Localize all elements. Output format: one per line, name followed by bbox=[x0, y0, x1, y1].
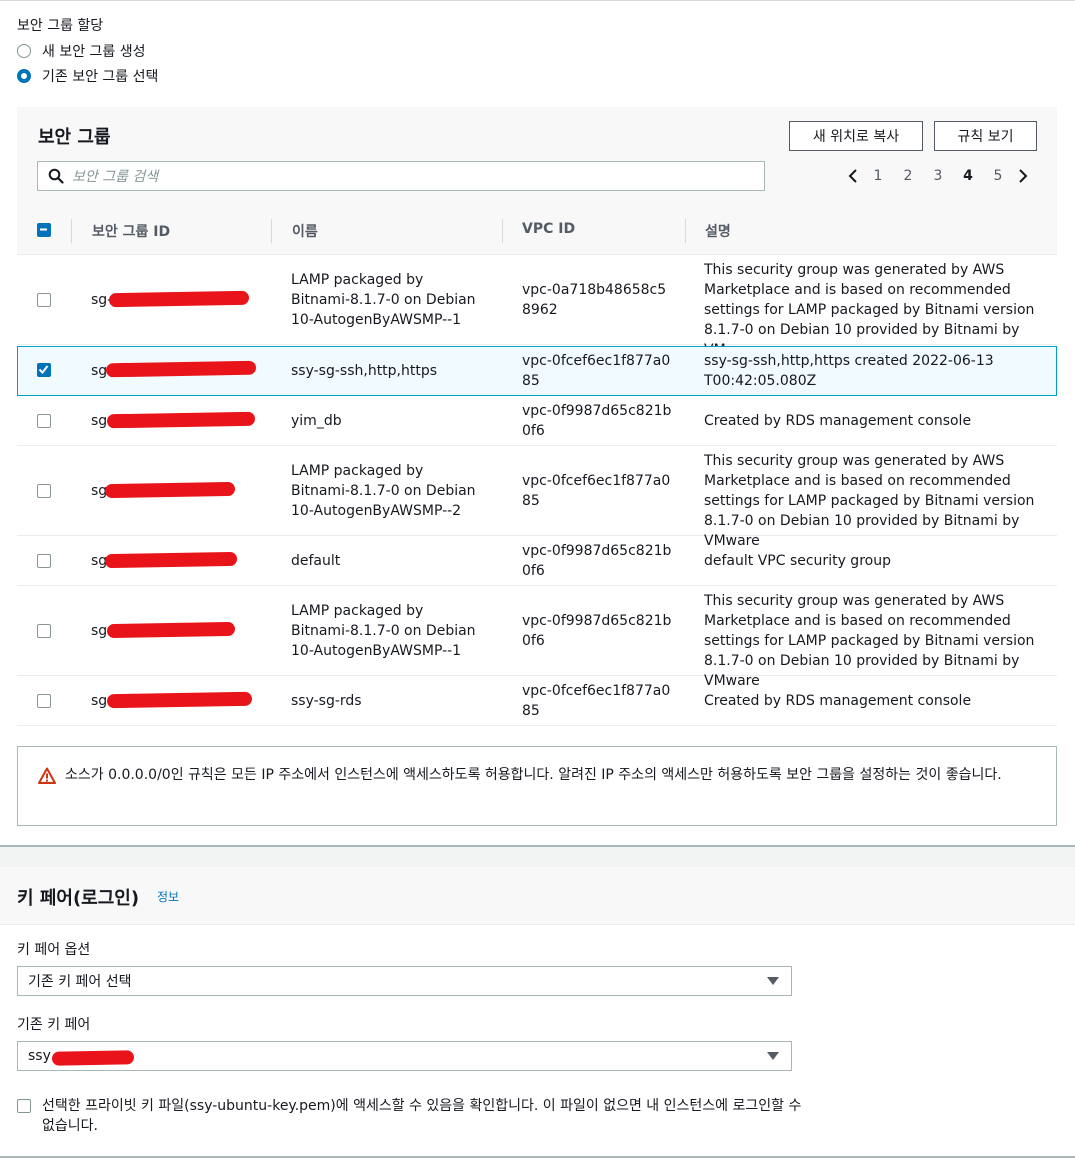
table-row[interactable]: sg yim_db vpc-0f9987d65c821b0f6 Created … bbox=[17, 396, 1057, 446]
column-divider bbox=[71, 219, 72, 243]
row-checkbox[interactable] bbox=[37, 414, 51, 428]
redaction-mark bbox=[106, 691, 253, 709]
row-checkbox-checked[interactable] bbox=[37, 363, 51, 377]
redaction-mark bbox=[105, 360, 257, 378]
section-divider bbox=[0, 845, 1075, 867]
sg-name: ssy-sg-ssh,http,https bbox=[291, 363, 438, 379]
existing-key-pair-label: 기존 키 페어 bbox=[17, 1017, 91, 1033]
next-page-icon[interactable] bbox=[1013, 166, 1033, 186]
column-divider bbox=[685, 219, 686, 243]
key-pair-option-label: 키 페어 옵션 bbox=[17, 942, 91, 958]
sg-name: LAMP packaged by Bitnami-8.1.7-0 on Debi… bbox=[291, 603, 476, 659]
vpc-id: vpc-0fcef6ec1f877a085 bbox=[522, 683, 671, 719]
table-row[interactable]: sg LAMP packaged by Bitnami-8.1.7-0 on D… bbox=[17, 446, 1057, 549]
column-divider bbox=[502, 219, 503, 243]
redaction-mark bbox=[106, 411, 256, 429]
search-placeholder: 보안 그룹 검색 bbox=[72, 169, 159, 185]
vpc-id: vpc-0fcef6ec1f877a085 bbox=[522, 353, 671, 389]
security-groups-panel: 보안 그룹 새 위치로 복사 규칙 보기 보안 그룹 검색 1 2 3 4 5 … bbox=[17, 107, 1057, 727]
search-icon bbox=[48, 168, 64, 184]
select-all-checkbox[interactable] bbox=[37, 223, 51, 237]
security-group-assign: 보안 그룹 할당 새 보안 그룹 생성 기존 보안 그룹 선택 bbox=[17, 16, 158, 88]
sg-name: default bbox=[291, 553, 341, 569]
search-input[interactable]: 보안 그룹 검색 bbox=[37, 161, 765, 191]
info-link[interactable]: 정보 bbox=[157, 888, 179, 905]
view-rules-button[interactable]: 규칙 보기 bbox=[934, 121, 1037, 151]
redaction-mark bbox=[108, 290, 250, 308]
column-divider bbox=[271, 219, 272, 243]
redaction-mark bbox=[104, 551, 238, 569]
vpc-id: vpc-0f9987d65c821b0f6 bbox=[522, 613, 672, 649]
row-checkbox[interactable] bbox=[37, 554, 51, 568]
sg-name: LAMP packaged by Bitnami-8.1.7-0 on Debi… bbox=[291, 463, 476, 519]
key-pair-option-select[interactable]: 기존 키 페어 선택 bbox=[17, 966, 792, 996]
row-checkbox[interactable] bbox=[37, 484, 51, 498]
sg-id: sg bbox=[91, 413, 108, 429]
sg-description: Created by RDS management console bbox=[704, 413, 972, 429]
row-checkbox[interactable] bbox=[37, 293, 51, 307]
sg-description: Created by RDS management console bbox=[704, 693, 972, 709]
existing-key-pair-select[interactable]: ssy bbox=[17, 1041, 792, 1071]
sg-name: ssy-sg-rds bbox=[291, 693, 362, 709]
table-row[interactable]: sg ssy-sg-rds vpc-0fcef6ec1f877a085 Crea… bbox=[17, 676, 1057, 726]
table-row-selected[interactable]: sg ssy-sg-ssh,http,https vpc-0fcef6ec1f8… bbox=[17, 346, 1057, 396]
sg-description: This security group was generated by AWS… bbox=[704, 262, 1035, 358]
panel-title: 보안 그룹 bbox=[38, 127, 111, 148]
radio-checked-icon[interactable] bbox=[17, 68, 31, 83]
sg-description: default VPC security group bbox=[704, 553, 891, 569]
table-row[interactable]: sg- LAMP packaged by Bitnami-8.1.7-0 on … bbox=[17, 255, 1057, 358]
sg-name: LAMP packaged by Bitnami-8.1.7-0 on Debi… bbox=[291, 272, 476, 328]
column-header-vpc-id[interactable]: VPC ID bbox=[522, 221, 575, 237]
radio-label: 새 보안 그룹 생성 bbox=[42, 43, 146, 60]
pagination: 1 2 3 4 5 bbox=[843, 165, 1033, 187]
key-pair-header: 키 페어(로그인) 정보 bbox=[0, 867, 1075, 925]
key-pair-title: 키 페어(로그인) bbox=[17, 888, 140, 909]
warning-alert: 소스가 0.0.0.0/0인 규칙은 모든 IP 주소에서 인스턴스에 액세스하… bbox=[17, 746, 1057, 826]
column-header-name[interactable]: 이름 bbox=[292, 221, 318, 241]
page-5[interactable]: 5 bbox=[983, 168, 1013, 184]
vpc-id: vpc-0a718b48658c58962 bbox=[522, 282, 667, 318]
radio-label: 기존 보안 그룹 선택 bbox=[42, 68, 159, 85]
page-3[interactable]: 3 bbox=[923, 168, 953, 184]
security-group-assign-label: 보안 그룹 할당 bbox=[17, 18, 104, 34]
page-1[interactable]: 1 bbox=[863, 168, 893, 184]
redaction-mark bbox=[106, 621, 236, 639]
panel-header: 보안 그룹 새 위치로 복사 규칙 보기 보안 그룹 검색 1 2 3 4 5 bbox=[17, 107, 1057, 207]
select-value: 기존 키 페어 선택 bbox=[28, 974, 132, 990]
table-row[interactable]: sg default vpc-0f9987d65c821b0f6 default… bbox=[17, 536, 1057, 586]
sg-id: sg bbox=[91, 623, 108, 639]
acknowledge-checkbox[interactable] bbox=[17, 1099, 31, 1113]
radio-create-new-sg[interactable]: 새 보안 그룹 생성 bbox=[17, 38, 158, 63]
radio-select-existing-sg[interactable]: 기존 보안 그룹 선택 bbox=[17, 63, 158, 88]
warning-text: 소스가 0.0.0.0/0인 규칙은 모든 IP 주소에서 인스턴스에 액세스하… bbox=[65, 767, 1002, 783]
sg-id: sg bbox=[91, 363, 108, 379]
acknowledge-text: 선택한 프라이빗 키 파일(ssy-ubuntu-key.pem)에 액세스할 … bbox=[42, 1098, 802, 1134]
column-header-description[interactable]: 설명 bbox=[705, 221, 731, 241]
caret-down-icon bbox=[767, 977, 779, 985]
vpc-id: vpc-0fcef6ec1f877a085 bbox=[522, 473, 671, 509]
select-value: ssy bbox=[28, 1048, 51, 1064]
page-2[interactable]: 2 bbox=[893, 168, 923, 184]
row-checkbox[interactable] bbox=[37, 694, 51, 708]
prev-page-icon[interactable] bbox=[843, 166, 863, 186]
copy-to-new-location-button[interactable]: 새 위치로 복사 bbox=[789, 121, 923, 151]
vpc-id: vpc-0f9987d65c821b0f6 bbox=[522, 403, 672, 439]
page-4-current[interactable]: 4 bbox=[953, 168, 983, 184]
top-divider bbox=[0, 0, 1075, 1]
table-header: 보안 그룹 ID 이름 VPC ID 설명 bbox=[17, 207, 1057, 255]
warning-icon bbox=[38, 767, 56, 784]
sg-name: yim_db bbox=[291, 413, 342, 429]
sg-id: sg bbox=[91, 693, 108, 709]
sg-description: ssy-sg-ssh,http,https created 2022-06-13… bbox=[704, 353, 994, 389]
row-checkbox[interactable] bbox=[37, 624, 51, 638]
redaction-mark bbox=[51, 1050, 135, 1066]
table-row[interactable]: sg LAMP packaged by Bitnami-8.1.7-0 on D… bbox=[17, 586, 1057, 689]
redaction-mark bbox=[104, 481, 236, 499]
column-header-sg-id[interactable]: 보안 그룹 ID bbox=[92, 221, 170, 241]
vpc-id: vpc-0f9987d65c821b0f6 bbox=[522, 543, 672, 579]
caret-down-icon bbox=[767, 1052, 779, 1060]
radio-icon[interactable] bbox=[17, 43, 31, 58]
